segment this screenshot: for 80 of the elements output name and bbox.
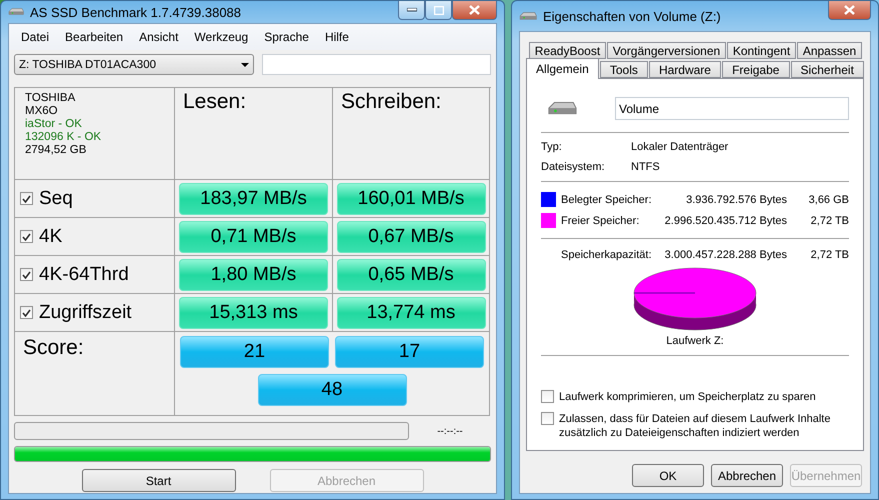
space-size: 2,72 TB bbox=[810, 214, 849, 226]
test-name: 4K-64Thrd bbox=[39, 264, 129, 286]
write-result: 0,67 MB/s bbox=[336, 220, 486, 252]
read-result: 15,313 ms bbox=[179, 296, 328, 328]
capacity-bytes: 3.000.457.228.288 Bytes bbox=[664, 249, 787, 261]
minimize-button[interactable] bbox=[398, 1, 425, 20]
read-score: 21 bbox=[180, 336, 329, 368]
ok-button[interactable]: OK bbox=[632, 464, 704, 487]
tab[interactable]: Kontingent bbox=[727, 42, 796, 59]
drive-info: MX6O bbox=[25, 105, 58, 117]
column-heading: Lesen: bbox=[183, 90, 246, 114]
tab[interactable]: Allgemein bbox=[526, 58, 599, 79]
window-title: Eigenschaften von Volume (Z:) bbox=[543, 8, 722, 24]
tab[interactable]: Sicherheit bbox=[790, 61, 864, 78]
option-label: Laufwerk komprimieren, um Speicherplatz zu sparen bbox=[559, 390, 817, 404]
name-field[interactable]: Volume bbox=[615, 97, 849, 120]
space-bytes: 3.936.792.576 Bytes bbox=[685, 194, 787, 206]
minimize-icon bbox=[406, 8, 416, 12]
column-heading: Schreiben: bbox=[341, 90, 442, 114]
menu-item[interactable]: Sprache bbox=[256, 30, 317, 44]
time-text: --:--:-- bbox=[436, 426, 464, 436]
total-score: 48 bbox=[258, 374, 406, 406]
test-name: Seq bbox=[39, 188, 73, 210]
test-checkbox[interactable] bbox=[20, 230, 33, 243]
score-label: Score: bbox=[23, 336, 84, 360]
space-size: 3,66 GB bbox=[808, 194, 849, 206]
test-name: Zugriffszeit bbox=[39, 302, 132, 324]
read-result: 1,80 MB/s bbox=[179, 258, 328, 290]
maximize-icon bbox=[434, 6, 444, 14]
detail-value: NTFS bbox=[631, 161, 661, 173]
maximize-button[interactable] bbox=[425, 1, 452, 20]
space-bytes: 2.996.520.435.712 Bytes bbox=[664, 214, 787, 226]
detail-value: Lokaler Datenträger bbox=[631, 141, 730, 153]
space-label: Freier Speicher: bbox=[561, 214, 640, 226]
read-result: 183,97 MB/s bbox=[179, 182, 328, 214]
drive-icon bbox=[519, 10, 537, 22]
space-label: Belegter Speicher: bbox=[561, 194, 652, 206]
drive-dropdown[interactable]: Z: TOSHIBA DT01ACA300 bbox=[14, 54, 254, 75]
tab[interactable]: Tools bbox=[600, 61, 648, 78]
capacity-size: 2,72 TB bbox=[810, 249, 849, 261]
cancel-button[interactable]: Abbrechen bbox=[711, 464, 783, 487]
write-result: 160,01 MB/s bbox=[336, 182, 486, 214]
menu-item[interactable]: Werkzeug bbox=[186, 30, 256, 44]
close-icon bbox=[844, 5, 855, 15]
detail-label: Typ: bbox=[541, 141, 563, 153]
start-button[interactable]: Start bbox=[82, 469, 236, 492]
drive-label: Laufwerk Z: bbox=[666, 335, 724, 347]
drive-icon bbox=[8, 7, 24, 17]
drive-info: TOSHIBA bbox=[25, 92, 76, 104]
option-checkbox[interactable] bbox=[541, 390, 554, 403]
menu-item[interactable]: Hilfe bbox=[316, 30, 357, 44]
drive-info: 2794,52 GB bbox=[25, 144, 86, 156]
option-checkbox[interactable] bbox=[541, 412, 554, 425]
test-name: 4K bbox=[39, 226, 62, 248]
test-checkbox[interactable] bbox=[20, 268, 33, 281]
write-result: 13,774 ms bbox=[336, 296, 486, 328]
tab[interactable]: Freigabe bbox=[722, 61, 790, 78]
option-label: Zulassen, dass für Dateien auf diesem Laufwerk Inhalte zusätzlich zu Dateieigenschaften indiziert werden bbox=[559, 412, 832, 440]
window-title: AS SSD Benchmark 1.7.4739.38088 bbox=[30, 4, 242, 20]
menu-item[interactable]: Ansicht bbox=[131, 30, 186, 44]
drive-info: iaStor - OK bbox=[25, 118, 82, 130]
tab[interactable]: Anpassen bbox=[797, 42, 862, 59]
write-result: 0,65 MB/s bbox=[336, 258, 486, 290]
tab[interactable]: Vorgängerversionen bbox=[606, 42, 726, 59]
menu-item[interactable]: Datei bbox=[13, 30, 58, 44]
write-score: 17 bbox=[335, 336, 484, 368]
read-result: 0,71 MB/s bbox=[179, 220, 328, 252]
drive-info: 132096 K - OK bbox=[25, 131, 102, 143]
menu-item[interactable]: Bearbeiten bbox=[57, 30, 132, 44]
dropdown-caret-icon bbox=[241, 62, 249, 66]
text-field[interactable] bbox=[262, 54, 491, 75]
tab[interactable]: ReadyBoost bbox=[529, 42, 606, 59]
tab[interactable]: Hardware bbox=[648, 61, 722, 78]
close-button[interactable] bbox=[828, 1, 871, 20]
close-button[interactable] bbox=[452, 1, 497, 20]
test-checkbox[interactable] bbox=[20, 306, 33, 319]
detail-label: Dateisystem: bbox=[541, 161, 606, 173]
close-icon bbox=[469, 5, 480, 15]
capacity-label: Speicherkapazität: bbox=[561, 249, 652, 261]
test-checkbox[interactable] bbox=[20, 192, 33, 205]
